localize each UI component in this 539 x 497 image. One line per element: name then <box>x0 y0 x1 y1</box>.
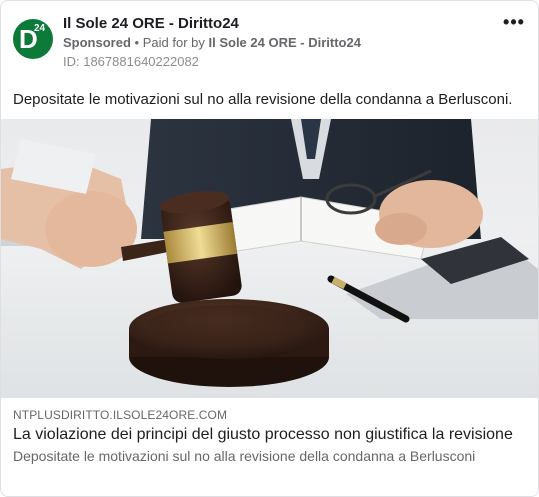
avatar-number: 24 <box>34 23 46 34</box>
paid-for-by-name[interactable]: Il Sole 24 ORE - Diritto24 <box>209 35 361 50</box>
separator-dot: • <box>134 35 140 50</box>
more-options-icon[interactable]: ••• <box>502 13 526 35</box>
link-preview[interactable]: NTPLUSDIRITTO.ILSOLE24ORE.COM La violazi… <box>1 398 538 496</box>
page-avatar[interactable]: D 24 <box>13 19 53 59</box>
ad-id: ID: 1867881640222082 <box>63 54 199 69</box>
page-name-link[interactable]: Il Sole 24 ORE - Diritto24 <box>63 15 239 32</box>
link-headline[interactable]: La violazione dei principi del giusto pr… <box>13 426 513 444</box>
ad-body-text: Depositate le motivazioni sul no alla re… <box>13 91 513 108</box>
link-description: Depositate le motivazioni sul no alla re… <box>13 448 476 464</box>
ad-header: D 24 Il Sole 24 ORE - Diritto24 Sponsore… <box>13 13 526 73</box>
link-domain: NTPLUSDIRITTO.ILSOLE24ORE.COM <box>13 408 228 422</box>
judge-gavel-photo <box>1 119 538 398</box>
ad-image[interactable] <box>1 119 538 398</box>
paid-for-prefix: Paid for by <box>142 35 205 50</box>
ad-card: D 24 Il Sole 24 ORE - Diritto24 Sponsore… <box>0 0 539 497</box>
sponsored-label: Sponsored <box>63 35 131 50</box>
sponsor-line: Sponsored • Paid for by Il Sole 24 ORE -… <box>63 35 361 50</box>
